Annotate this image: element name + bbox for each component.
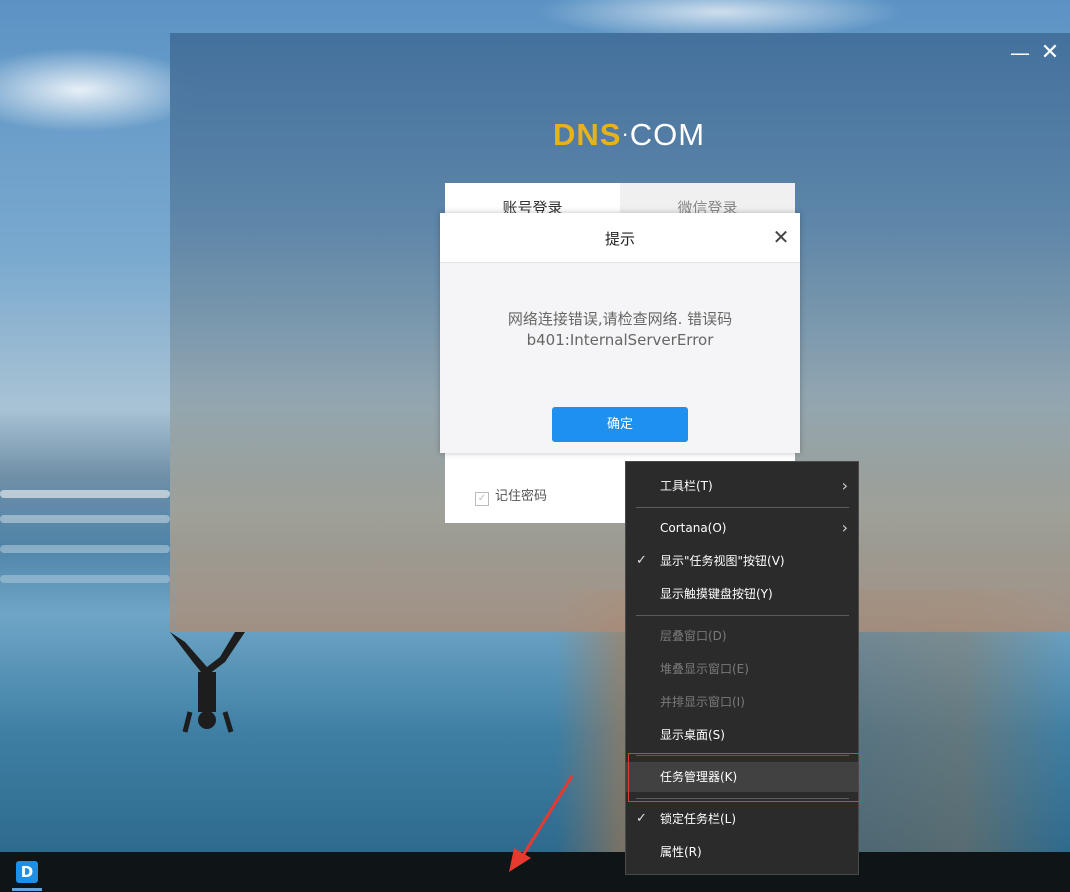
dialog-message: 网络连接错误,请检查网络. 错误码 b401:InternalServerErr… — [440, 309, 800, 351]
wallpaper-figure — [170, 632, 245, 733]
checkbox-icon[interactable]: ✓ — [475, 492, 489, 506]
menu-item-stack-windows[interactable]: 堆叠显示窗口(E) — [626, 654, 858, 684]
menu-item-label: 并排显示窗口(I) — [660, 695, 745, 709]
menu-item-side-by-side-windows[interactable]: 并排显示窗口(I) — [626, 687, 858, 717]
dialog-message-line: b401:InternalServerError — [526, 331, 714, 349]
menu-item-label: 属性(R) — [660, 845, 702, 859]
menu-item-touch-keyboard-button[interactable]: 显示触摸键盘按钮(Y) — [626, 579, 858, 609]
menu-item-cascade-windows[interactable]: 层叠窗口(D) — [626, 621, 858, 651]
menu-item-task-view-button[interactable]: ✓ 显示"任务视图"按钮(V) — [626, 546, 858, 576]
logo-com-text: COM — [629, 117, 706, 152]
tab-account-login[interactable]: 账号登录 — [445, 183, 620, 213]
dialog-close-icon[interactable]: ✕ — [770, 226, 792, 248]
red-arrow-annotation — [509, 775, 574, 872]
menu-item-label: 锁定任务栏(L) — [660, 812, 737, 826]
wallpaper-wave — [0, 515, 170, 523]
menu-item-label: 显示"任务视图"按钮(V) — [660, 554, 785, 568]
active-app-indicator — [12, 888, 42, 891]
menu-divider — [636, 507, 849, 508]
remember-password-label: 记住密码 — [495, 489, 548, 504]
remember-password-checkbox[interactable]: ✓ 记住密码 — [475, 485, 547, 506]
menu-divider — [636, 615, 849, 616]
taskbar-context-menu: 工具栏(T) › Cortana(O) › ✓ 显示"任务视图"按钮(V) 显示… — [625, 461, 859, 875]
wallpaper-wave — [0, 545, 170, 553]
menu-item-label: 显示触摸键盘按钮(Y) — [660, 587, 773, 601]
wallpaper-wave — [0, 490, 170, 498]
logo-dot: · — [621, 121, 630, 146]
menu-item-label: 堆叠显示窗口(E) — [660, 662, 749, 676]
checkmark-icon: ✓ — [636, 811, 647, 826]
wallpaper-wave — [0, 575, 170, 583]
dns-app-taskbar-icon[interactable]: D — [16, 861, 38, 883]
menu-item-show-desktop[interactable]: 显示桌面(S) — [626, 720, 858, 750]
dialog-message-line: 网络连接错误,请检查网络. 错误码 — [507, 310, 733, 328]
chevron-right-icon: › — [841, 476, 848, 495]
menu-item-label: 层叠窗口(D) — [660, 629, 727, 643]
close-window-button[interactable]: ✕ — [1038, 41, 1062, 65]
minimize-button[interactable]: — — [1008, 41, 1032, 65]
dialog-title: 提示 — [604, 230, 635, 248]
menu-item-toolbars[interactable]: 工具栏(T) › — [626, 471, 858, 501]
tab-wechat-login[interactable]: 微信登录 — [620, 183, 795, 213]
menu-item-label: 工具栏(T) — [660, 479, 713, 493]
dns-com-logo: DNS·COM — [553, 117, 713, 157]
menu-item-cortana[interactable]: Cortana(O) › — [626, 513, 858, 543]
menu-item-lock-taskbar[interactable]: ✓ 锁定任务栏(L) — [626, 804, 858, 834]
checkmark-icon: ✓ — [636, 553, 647, 568]
chevron-right-icon: › — [841, 518, 848, 537]
menu-item-label: Cortana(O) — [660, 521, 727, 535]
ok-button[interactable]: 确定 — [552, 407, 688, 442]
menu-item-label: 显示桌面(S) — [660, 728, 725, 742]
error-dialog: 提示 ✕ 网络连接错误,请检查网络. 错误码 b401:InternalServ… — [440, 213, 800, 453]
task-manager-highlight-annotation — [628, 753, 862, 802]
logo-dns-text: DNS — [553, 117, 622, 152]
menu-item-properties[interactable]: 属性(R) — [626, 837, 858, 867]
dialog-header: 提示 ✕ — [440, 213, 800, 263]
